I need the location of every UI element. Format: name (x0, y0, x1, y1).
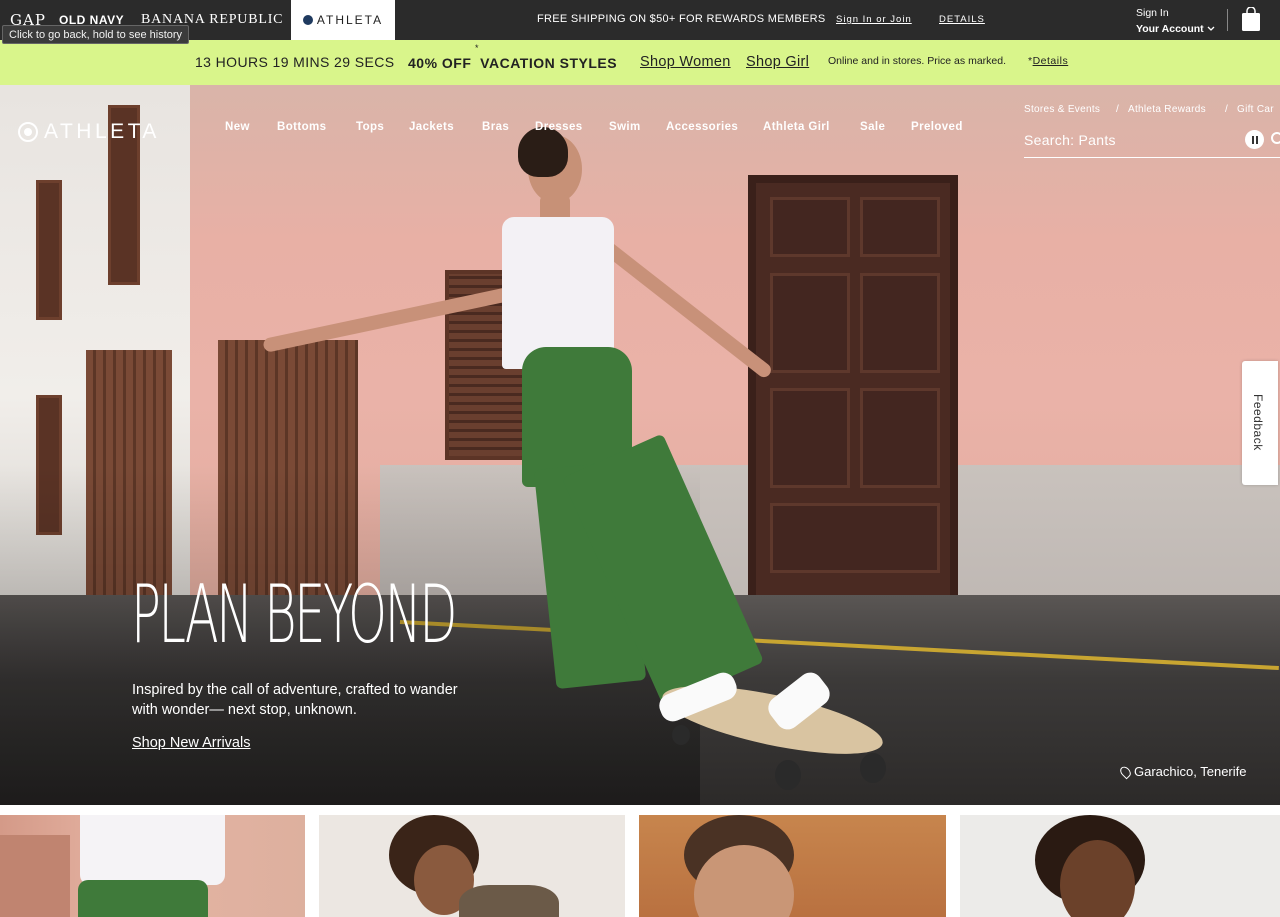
promo-offer: 40% OFF VACATION STYLES (408, 55, 618, 71)
back-button-tooltip: Click to go back, hold to see history (2, 25, 190, 44)
brand-bar: GAP OLD NAVY BANANA REPUBLIC ATHLETA FRE… (0, 0, 1280, 40)
shop-women-link[interactable]: Shop Women (640, 54, 731, 70)
divider (1227, 9, 1228, 31)
shopping-bag-icon[interactable] (1241, 7, 1261, 32)
athleta-sun-icon (302, 15, 313, 25)
promo-fine-print: Online and in stores. Price as marked. (828, 55, 1006, 67)
brand-tab-athleta-label: ATHLETA (316, 13, 384, 27)
category-tile[interactable] (960, 815, 1280, 917)
offer-asterisk: * (475, 43, 479, 53)
sign-in-label: Sign In (1136, 7, 1169, 19)
feedback-tab[interactable]: Feedback (1242, 361, 1278, 485)
hero-headline: PLAN BEYOND (131, 568, 457, 661)
stores-events-link[interactable]: Stores & Events (1024, 104, 1100, 115)
nav-bottoms[interactable]: Bottoms (277, 121, 326, 133)
nav-athleta-girl[interactable]: Athleta Girl (763, 121, 830, 133)
nav-dresses[interactable]: Dresses (535, 121, 583, 133)
nav-tops[interactable]: Tops (356, 121, 384, 133)
feedback-label: Feedback (1251, 394, 1265, 451)
promo-banner: 13 HOURS 19 MINS 29 SECS * 40% OFF VACAT… (0, 40, 1280, 85)
search-input[interactable]: Search: Pants (1024, 131, 1280, 158)
location-pin-icon (1118, 764, 1133, 779)
gift-card-link[interactable]: Gift Car (1237, 104, 1274, 115)
photo-location: Garachico, Tenerife (1118, 764, 1247, 779)
nav-swim[interactable]: Swim (609, 121, 641, 133)
athleta-sun-logo-icon (18, 122, 38, 142)
nav-accessories[interactable]: Accessories (666, 121, 738, 133)
countdown-timer: 13 HOURS 19 MINS 29 SECS (195, 54, 395, 70)
athleta-rewards-link[interactable]: Athleta Rewards (1128, 104, 1206, 115)
account-menu[interactable]: Sign In Your Account (1136, 5, 1215, 37)
category-tile[interactable] (0, 815, 305, 917)
shipping-details-link[interactable]: DETAILS (939, 14, 985, 25)
shop-new-arrivals-link[interactable]: Shop New Arrivals (132, 735, 250, 751)
nav-sale[interactable]: Sale (860, 121, 885, 133)
pause-button[interactable] (1245, 130, 1264, 149)
nav-preloved[interactable]: Preloved (911, 121, 963, 133)
utility-separator: / (1116, 104, 1120, 115)
athleta-logo[interactable]: ATHLETA (18, 120, 160, 144)
sign-in-or-join-link[interactable]: Sign In or Join (836, 14, 912, 25)
your-account-dropdown[interactable]: Your Account (1136, 21, 1215, 37)
category-tiles (0, 815, 1280, 917)
nav-jackets[interactable]: Jackets (409, 121, 454, 133)
promo-details[interactable]: *Details (1028, 55, 1068, 67)
promo-details-link[interactable]: Details (1033, 55, 1069, 67)
utility-separator: / (1225, 104, 1229, 115)
nav-new[interactable]: New (225, 121, 250, 133)
shop-girl-link[interactable]: Shop Girl (746, 54, 809, 70)
category-tile[interactable] (319, 815, 625, 917)
shipping-message: FREE SHIPPING ON $50+ FOR REWARDS MEMBER… (537, 13, 826, 25)
category-tile[interactable] (639, 815, 946, 917)
location-label: Garachico, Tenerife (1134, 764, 1247, 779)
hero-subcopy: Inspired by the call of adventure, craft… (132, 682, 458, 718)
search-placeholder: Search: Pants (1024, 132, 1116, 148)
nav-bras[interactable]: Bras (482, 121, 509, 133)
your-account-label: Your Account (1136, 23, 1204, 35)
brand-tab-athleta[interactable]: ATHLETA (291, 0, 395, 40)
search-icon[interactable] (1271, 132, 1280, 144)
logo-wordmark: ATHLETA (44, 120, 160, 143)
chevron-down-icon (1207, 26, 1215, 31)
